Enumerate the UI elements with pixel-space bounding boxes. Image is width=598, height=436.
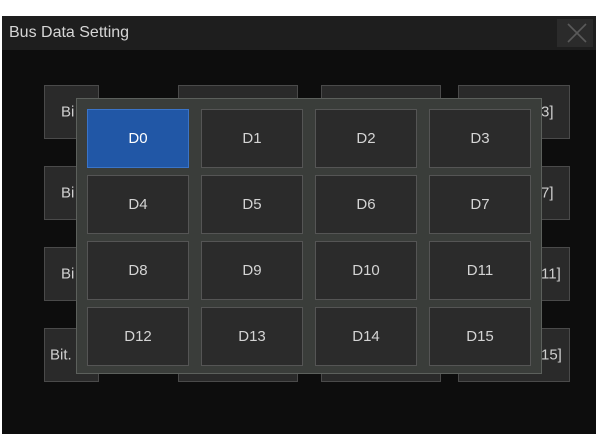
- bus-data-setting-dialog: Bus Data Setting Bi 3] Bi 7] Bi 11] Bit.: [2, 16, 596, 434]
- channel-option-d10[interactable]: D10: [315, 241, 417, 300]
- close-button[interactable]: [557, 19, 593, 47]
- channel-option-d8[interactable]: D8: [87, 241, 189, 300]
- bit-button-label: 15]: [541, 346, 562, 364]
- channel-option-d3[interactable]: D3: [429, 109, 531, 168]
- channel-option-d0[interactable]: D0: [87, 109, 189, 168]
- channel-option-d11[interactable]: D11: [429, 241, 531, 300]
- channel-option-d14[interactable]: D14: [315, 307, 417, 366]
- dialog-title: Bus Data Setting: [9, 24, 130, 41]
- channel-select-popup: D0 D1 D2 D3 D4 D5 D6 D7 D8 D9 D10 D11 D1…: [76, 98, 542, 374]
- channel-option-d1[interactable]: D1: [201, 109, 303, 168]
- bit-button-label: 7]: [541, 184, 554, 202]
- channel-option-d9[interactable]: D9: [201, 241, 303, 300]
- channel-option-d12[interactable]: D12: [87, 307, 189, 366]
- channel-option-d6[interactable]: D6: [315, 175, 417, 234]
- channel-option-d2[interactable]: D2: [315, 109, 417, 168]
- dialog-titlebar: Bus Data Setting: [2, 16, 596, 50]
- channel-option-d15[interactable]: D15: [429, 307, 531, 366]
- close-icon: [557, 19, 593, 47]
- channel-option-d7[interactable]: D7: [429, 175, 531, 234]
- bit-button-label: Bi: [61, 103, 75, 121]
- bit-button-label: Bit.: [50, 346, 72, 364]
- bit-button-label: 3]: [541, 103, 554, 121]
- bit-button-label: Bi: [61, 184, 75, 202]
- channel-option-d4[interactable]: D4: [87, 175, 189, 234]
- bit-button-label: Bi: [61, 265, 75, 283]
- channel-option-d13[interactable]: D13: [201, 307, 303, 366]
- channel-option-d5[interactable]: D5: [201, 175, 303, 234]
- bit-button-label: 11]: [541, 265, 561, 283]
